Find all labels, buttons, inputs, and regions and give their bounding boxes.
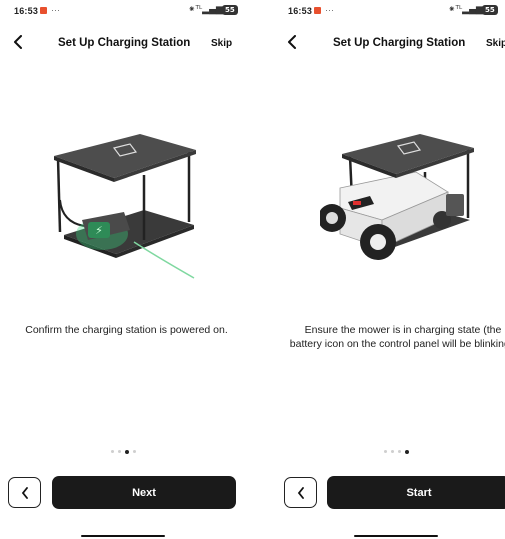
page-indicator: [111, 449, 136, 454]
status-time: 16:53: [288, 6, 313, 16]
page-dot: [118, 450, 121, 453]
notification-icon: [40, 7, 47, 14]
status-more: ···: [51, 5, 60, 15]
page-dot: [391, 450, 394, 453]
page-title: Set Up Charging Station: [333, 37, 466, 49]
back-arrow-icon[interactable]: [8, 32, 28, 52]
instruction-text: Confirm the charging station is powered …: [25, 324, 228, 336]
battery-icon: 55: [482, 5, 498, 15]
home-indicator: [81, 535, 165, 537]
page-dot-active: [405, 449, 409, 454]
home-indicator: [354, 535, 438, 537]
status-time: 16:53: [14, 6, 39, 16]
start-button[interactable]: Start: [327, 476, 505, 509]
nav-header: Set Up Charging Station Skip: [276, 30, 505, 56]
status-bar: 16:53 ··· ⁕ᵀᴸ▂▄▆ ◠ 55: [0, 0, 253, 22]
mower-docked-illustration: [318, 130, 480, 280]
instruction-text: Ensure the mower is in charging state (t…: [289, 324, 505, 350]
skip-button[interactable]: Skip: [486, 38, 505, 49]
page-dot: [133, 450, 136, 453]
page-indicator: [384, 449, 409, 454]
battery-icon: 55: [222, 5, 238, 15]
page-dot-active: [125, 449, 129, 454]
screen-mower-charging: 16:53 ··· ⁕ᵀᴸ▂▄▆ ◠ 55 Set Up Charging St…: [276, 0, 505, 539]
page-dot: [384, 450, 387, 453]
skip-button[interactable]: Skip: [211, 38, 232, 49]
previous-button[interactable]: [8, 477, 41, 508]
page-title: Set Up Charging Station: [58, 37, 191, 49]
status-bar: 16:53 ··· ⁕ᵀᴸ▂▄▆ ◠ 55: [276, 0, 505, 22]
back-arrow-icon[interactable]: [282, 32, 302, 52]
charging-station-illustration: ⚡: [44, 130, 204, 280]
nav-header: Set Up Charging Station Skip: [0, 30, 253, 56]
page-dot: [398, 450, 401, 453]
chevron-left-icon: [297, 486, 304, 499]
page-dot: [111, 450, 114, 453]
screen-power-check: 16:53 ··· ⁕ᵀᴸ▂▄▆ ◠ 55 Set Up Charging St…: [0, 0, 253, 539]
chevron-left-icon: [21, 486, 28, 499]
svg-text:⚡: ⚡: [95, 224, 103, 237]
previous-button[interactable]: [284, 477, 317, 508]
status-more: ···: [325, 5, 334, 15]
notification-icon: [314, 7, 321, 14]
next-button[interactable]: Next: [52, 476, 236, 509]
